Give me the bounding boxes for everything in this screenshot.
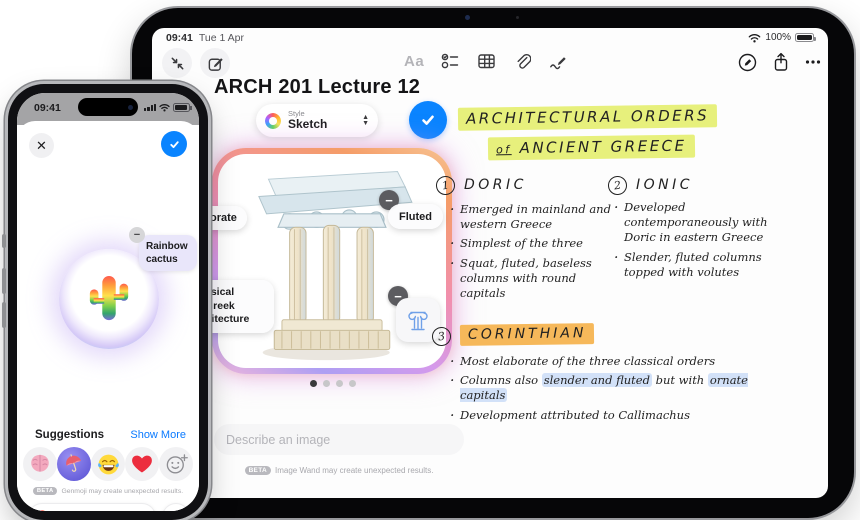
laughing-emoji[interactable]: [91, 447, 125, 481]
ipad-nav-right: [738, 52, 821, 72]
intelligence-swirl-icon: [36, 510, 48, 511]
ipad-sensor-dot: [516, 16, 519, 19]
genmoji-input-wrap: [28, 503, 156, 511]
rainbow-cactus-emoji: [86, 272, 132, 326]
note-bullet: Developed contemporaneously with Doric i…: [614, 200, 778, 246]
heart-emoji[interactable]: [125, 447, 159, 481]
style-picker[interactable]: Style Sketch ▲▼: [256, 104, 378, 137]
battery-icon: [173, 103, 190, 112]
beta-text: Genmoji may create unexpected results.: [61, 488, 183, 495]
note-bullet: Slender, fluted columns topped with volu…: [614, 250, 778, 280]
chevron-up-down-icon: ▲▼: [362, 115, 369, 126]
compose-button[interactable]: [200, 48, 230, 78]
suggestion-emoji-row: [23, 447, 193, 481]
note-bullet: Development attributed to Callimachus: [450, 408, 780, 423]
pill-ornate-label: orate: [210, 212, 237, 224]
action-button: [2, 234, 6, 248]
pager-dot[interactable]: [323, 380, 330, 387]
genmoji-beta-note: BETA Genmoji may create unexpected resul…: [17, 487, 199, 495]
note-bullet: Columns also slender and fluted but with…: [450, 373, 780, 403]
handwritten-title-line2: ofANCIENT GREECE: [488, 136, 695, 159]
remove-descriptor-button[interactable]: −: [129, 227, 145, 243]
umbrella-emoji[interactable]: [57, 447, 91, 481]
beta-badge: BETA: [245, 466, 271, 475]
intelligence-swirl-icon: [265, 113, 281, 129]
front-camera-lens: [128, 105, 133, 110]
marketing-composite: 09:41 Tue 1 Apr 100% A: [0, 0, 860, 520]
volume-down-button: [2, 302, 6, 328]
ipad-date: Tue 1 Apr: [199, 32, 244, 44]
pager-dot-active[interactable]: [310, 380, 317, 387]
iphone-clock: 09:41: [34, 102, 61, 114]
ipad-statusbar-left: 09:41 Tue 1 Apr: [166, 32, 244, 44]
genmoji-descriptor-label[interactable]: Rainbow cactus: [139, 235, 197, 271]
beta-text: Image Wand may create unexpected results…: [275, 466, 433, 475]
note-title[interactable]: ARCH 201 Lecture 12: [214, 76, 420, 99]
wifi-icon: [159, 103, 170, 112]
iphone-device: 09:41 ✕: [8, 84, 208, 520]
genmoji-sheet: ✕: [17, 121, 199, 511]
section-number-2: 2: [607, 175, 628, 196]
people-picker-button[interactable]: [162, 503, 190, 511]
descriptor-line1: Rainbow: [146, 240, 190, 253]
notes-toolbar: Aa: [404, 52, 567, 70]
image-wand-input-wrap: [214, 424, 464, 455]
image-pager-dots[interactable]: [310, 380, 356, 387]
wifi-icon: [748, 33, 761, 43]
ipad-device: 09:41 Tue 1 Apr 100% A: [132, 8, 854, 518]
brain-emoji[interactable]: [23, 447, 57, 481]
checklist-button[interactable]: [441, 52, 460, 70]
pager-dot[interactable]: [336, 380, 343, 387]
section-name-corinthian: CORINTHIAN: [460, 324, 594, 345]
pager-dot[interactable]: [349, 380, 356, 387]
battery-percent: 100%: [765, 32, 791, 43]
scribble-button[interactable]: [548, 52, 567, 70]
pill-classical-line1: ssical Greek: [205, 286, 265, 313]
pill-fluted[interactable]: Fluted: [388, 204, 443, 229]
attach-button[interactable]: [513, 52, 531, 70]
battery-icon: [795, 33, 814, 42]
pill-fluted-label: Fluted: [399, 211, 432, 223]
note-bullet: Most elaborate of the three classical or…: [450, 354, 780, 369]
iphone-screen: 09:41 ✕: [17, 93, 199, 511]
cellular-icon: [144, 104, 156, 112]
suggestions-title: Suggestions: [35, 429, 104, 441]
ionic-bullets: Developed contemporaneously with Doric i…: [614, 200, 778, 284]
collapse-button[interactable]: [162, 48, 192, 78]
ipad-statusbar-right: 100%: [748, 32, 814, 43]
note-bullet: Squat, fluted, baseless columns with rou…: [450, 256, 622, 302]
ipad-nav-left: [162, 48, 230, 78]
style-picker-value: Sketch: [288, 118, 355, 131]
format-button[interactable]: Aa: [404, 53, 424, 70]
beta-badge: BETA: [33, 487, 58, 495]
table-button[interactable]: [477, 52, 496, 70]
show-more-link[interactable]: Show More: [130, 429, 186, 441]
markup-pen-icon[interactable]: [738, 53, 757, 72]
ipad-front-camera: [465, 15, 470, 20]
dynamic-island: [78, 98, 138, 116]
note-bullet: Simplest of the three: [450, 236, 622, 251]
ipad-screen: 09:41 Tue 1 Apr 100% A: [152, 28, 828, 498]
corinthian-bullets: Most elaborate of the three classical or…: [450, 354, 780, 427]
share-icon[interactable]: [772, 52, 790, 72]
doric-bullets: Emerged in mainland and western Greece S…: [450, 202, 622, 305]
section-name-doric: DORIC: [464, 177, 527, 193]
pill-classical-line2: hitecture: [205, 313, 249, 327]
confirm-genmoji-button[interactable]: [161, 131, 187, 157]
section-name-ionic: IONIC: [636, 177, 693, 193]
ipad-clock: 09:41: [166, 32, 193, 44]
image-wand-beta-note: BETA Image Wand may create unexpected re…: [214, 466, 464, 475]
more-icon[interactable]: [805, 59, 821, 65]
describe-image-input[interactable]: [226, 433, 452, 447]
close-button[interactable]: ✕: [29, 133, 54, 158]
descriptor-line2: cactus: [146, 253, 190, 266]
note-bullet: Emerged in mainland and western Greece: [450, 202, 622, 232]
new-genmoji-icon[interactable]: [159, 447, 193, 481]
accept-image-button[interactable]: [409, 101, 447, 139]
volume-up-button: [2, 268, 6, 294]
handwritten-title-line1: ARCHITECTURAL ORDERS: [458, 106, 717, 129]
iphone-statusbar-icons: [144, 103, 190, 112]
